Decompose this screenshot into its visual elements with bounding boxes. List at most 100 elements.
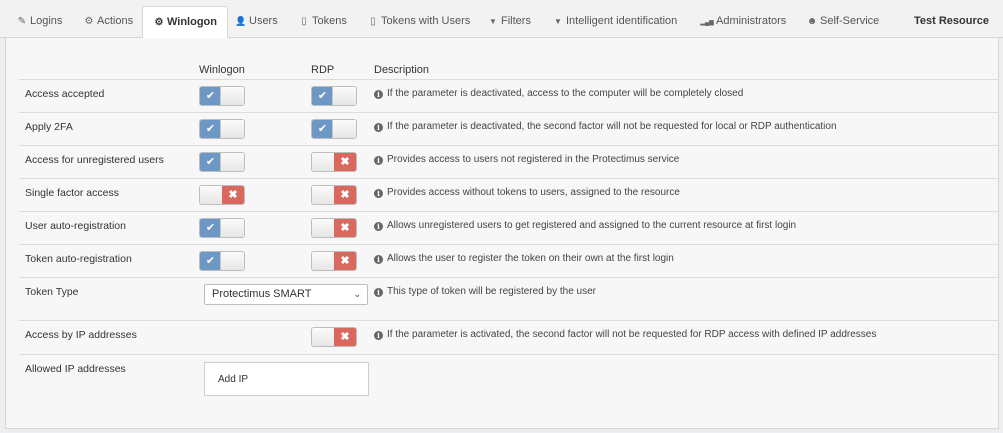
close-icon: ✖: [334, 153, 356, 171]
setting-row-access-by-ip: Access by IP addresses ✖ i If the paramet…: [19, 320, 999, 354]
setting-row-allowed-ips: Allowed IP addresses Add IP: [19, 354, 999, 414]
toggle-knob: [332, 87, 356, 105]
info-icon: i: [374, 331, 383, 340]
setting-description: i If the parameter is deactivated, access…: [374, 88, 743, 99]
tab-users[interactable]: 👤 Users: [235, 6, 278, 38]
check-icon: ✔: [200, 87, 221, 105]
allowed-ips-box[interactable]: Add IP: [204, 362, 369, 396]
setting-label: User auto-registration: [25, 220, 126, 232]
rdp-toggle[interactable]: ✖: [311, 152, 357, 172]
toggle-knob: [200, 186, 224, 204]
close-icon: ✖: [334, 186, 356, 204]
check-icon: ✔: [200, 219, 221, 237]
tab-label: Tokens with Users: [381, 15, 471, 27]
token-type-select[interactable]: Protectimus SMART ⌄: [204, 284, 368, 305]
info-icon: i: [374, 189, 383, 198]
setting-row-single-factor: Single factor access ✖ ✖ i Provides acces…: [19, 178, 999, 211]
setting-label: Access by IP addresses: [25, 329, 137, 341]
close-icon: ✖: [334, 219, 356, 237]
rdp-toggle[interactable]: ✖: [311, 218, 357, 238]
winlogon-settings-panel: Winlogon RDP Description Access accepted…: [5, 38, 999, 429]
tab-label: Administrators: [716, 15, 787, 27]
toggle-knob: [312, 219, 336, 237]
setting-row-access-unregistered: Access for unregistered users ✔ ✖ i Provi…: [19, 145, 999, 178]
toggle-knob: [220, 252, 244, 270]
setting-description: i This type of token will be registered b…: [374, 286, 596, 297]
tab-label: Logins: [30, 15, 63, 27]
gear-icon: ⚙: [154, 17, 164, 28]
setting-row-apply-2fa: Apply 2FA ✔ ✔ i If the parameter is deact…: [19, 112, 999, 145]
check-icon: ✔: [312, 87, 333, 105]
user-secret-icon: ☻: [806, 16, 818, 27]
column-header-winlogon: Winlogon: [199, 64, 245, 76]
winlogon-toggle[interactable]: ✔: [199, 251, 245, 271]
tab-label: Intelligent identification: [566, 15, 678, 27]
toggle-knob: [312, 328, 336, 346]
filter-icon: ▼: [554, 17, 562, 26]
tab-actions[interactable]: ⚙ Actions: [83, 6, 134, 38]
info-icon: i: [374, 255, 383, 264]
add-ip-button[interactable]: Add IP: [218, 374, 248, 385]
setting-description: i Provides access without tokens to users…: [374, 187, 680, 198]
tab-label: Tokens: [312, 15, 347, 27]
setting-label: Token Type: [25, 286, 79, 298]
tab-filters[interactable]: ▼ Filters: [487, 6, 531, 38]
edit-icon: ✎: [17, 16, 27, 27]
setting-description: i Allows the user to register the token o…: [374, 253, 674, 264]
chevron-down-icon: ⌄: [353, 289, 361, 299]
setting-row-user-auto-registration: User auto-registration ✔ ✖ i Allows unreg…: [19, 211, 999, 244]
setting-label: Allowed IP addresses: [25, 363, 126, 375]
toggle-knob: [220, 219, 244, 237]
close-icon: ✖: [334, 328, 356, 346]
tab-intelligent-identification[interactable]: ▼ Intelligent identification: [552, 6, 677, 38]
toggle-knob: [220, 87, 244, 105]
setting-description: i If the parameter is activated, the seco…: [374, 329, 876, 340]
column-header-description: Description: [374, 64, 430, 76]
tab-winlogon[interactable]: ⚙ Winlogon: [142, 6, 228, 39]
winlogon-toggle[interactable]: ✔: [199, 152, 245, 172]
tab-administrators[interactable]: ▂▄▆ Administrators: [700, 6, 786, 38]
tab-tokens[interactable]: ▯ Tokens: [298, 6, 347, 38]
rdp-toggle[interactable]: ✖: [311, 185, 357, 205]
check-icon: ✔: [312, 120, 333, 138]
check-icon: ✔: [200, 252, 221, 270]
setting-label: Apply 2FA: [25, 121, 73, 133]
rdp-toggle[interactable]: ✔: [311, 119, 357, 139]
setting-label: Access for unregistered users: [25, 154, 164, 166]
column-header-rdp: RDP: [311, 64, 335, 76]
winlogon-toggle[interactable]: ✔: [199, 119, 245, 139]
user-icon: 👤: [235, 16, 247, 26]
tab-label: Self-Service: [820, 15, 880, 27]
setting-label: Single factor access: [25, 187, 119, 199]
winlogon-toggle[interactable]: ✔: [199, 86, 245, 106]
token-type-value: Protectimus SMART: [212, 288, 312, 300]
gear-icon: ⚙: [84, 16, 94, 27]
tab-tokens-with-users[interactable]: ▯ Tokens with Users: [367, 6, 470, 38]
rdp-toggle[interactable]: ✖: [311, 251, 357, 271]
setting-description: i If the parameter is deactivated, the se…: [374, 121, 837, 132]
toggle-knob: [312, 252, 336, 270]
info-icon: i: [374, 90, 383, 99]
toggle-knob: [220, 120, 244, 138]
setting-row-token-type: Token Type Protectimus SMART ⌄ i This type…: [19, 277, 999, 320]
tab-label: Users: [249, 15, 278, 27]
toggle-knob: [220, 153, 244, 171]
tab-label: Actions: [97, 15, 134, 27]
info-icon: i: [374, 123, 383, 132]
tab-logins[interactable]: ✎ Logins: [16, 6, 63, 38]
tab-bar: ✎ Logins ⚙ Actions ⚙ Winlogon 👤 Users ▯ Token…: [0, 0, 1003, 39]
close-icon: ✖: [222, 186, 244, 204]
signal-icon: ▂▄▆: [700, 20, 714, 26]
setting-description: i Allows unregistered users to get regist…: [374, 220, 796, 231]
rdp-toggle[interactable]: ✔: [311, 86, 357, 106]
tab-self-service[interactable]: ☻ Self-Service: [806, 6, 880, 38]
tab-label: Winlogon: [167, 16, 217, 28]
info-icon: i: [374, 222, 383, 231]
winlogon-toggle[interactable]: ✖: [199, 185, 245, 205]
check-icon: ✔: [200, 120, 221, 138]
toggle-knob: [312, 186, 336, 204]
winlogon-toggle[interactable]: ✔: [199, 218, 245, 238]
setting-label: Token auto-registration: [25, 253, 132, 265]
check-icon: ✔: [200, 153, 221, 171]
rdp-toggle[interactable]: ✖: [311, 327, 357, 347]
